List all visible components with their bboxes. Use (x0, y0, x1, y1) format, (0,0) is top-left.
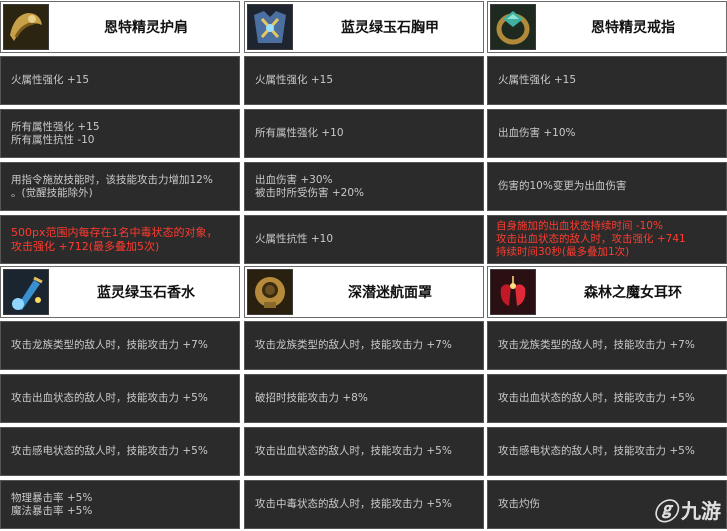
stat-line: 攻击龙族类型的敌人时，技能攻击力 +7% (11, 339, 208, 351)
item-title: 蓝灵绿玉石胸甲 (341, 20, 439, 36)
item-title: 恩特精灵戒指 (591, 20, 675, 36)
stat-line: 攻击出血状态的敌人时，技能攻击力 +5% (255, 445, 452, 457)
item-header-ring: 恩特精灵戒指 (487, 1, 727, 53)
stat-line: 火属性抗性 +10 (255, 233, 333, 245)
stat-cell: 攻击感电状态的敌人时，技能攻击力 +5% (0, 427, 240, 476)
watermark-logo-icon: ⓖ (653, 498, 677, 526)
stat-line: 500px范围内每存在1名中毒状态的对象， (11, 225, 218, 239)
item-header-shoulder: 恩特精灵护肩 (0, 1, 240, 53)
ring-icon (490, 4, 536, 50)
stat-cell-special: 500px范围内每存在1名中毒状态的对象， 攻击强化 +712(最多叠加5次) (0, 215, 240, 264)
stat-line: 攻击龙族类型的敌人时，技能攻击力 +7% (255, 339, 452, 351)
stat-cell: 所有属性强化 +15 所有属性抗性 -10 (0, 109, 240, 158)
stat-line: 持续时间30秒(最多叠加1次) (496, 246, 630, 258)
stat-cell: 破招时技能攻击力 +8% (244, 374, 484, 423)
stat-cell: 攻击中毒状态的敌人时，技能攻击力 +5% (244, 480, 484, 529)
stat-line: 攻击龙族类型的敌人时，技能攻击力 +7% (498, 339, 695, 351)
item-header-mask: 深潜迷航面罩 (244, 266, 484, 318)
stat-line: 攻击出血状态的敌人时，技能攻击力 +5% (11, 392, 208, 404)
chest-armor-icon (247, 4, 293, 50)
stat-line: 火属性强化 +15 (498, 74, 576, 86)
watermark-text: 九游 (681, 499, 721, 523)
stat-line: 所有属性抗性 -10 (11, 133, 95, 146)
watermark: ⓖ 九游 (653, 492, 721, 527)
stat-cell: 火属性强化 +15 (0, 56, 240, 105)
stat-line: 攻击出血状态的敌人时，技能攻击力 +5% (498, 392, 695, 404)
shoulder-armor-icon (3, 4, 49, 50)
earring-icon (490, 269, 536, 315)
equipment-grid: 恩特精灵护肩 火属性强化 +15 所有属性强化 +15 所有属性抗性 -10 用… (0, 0, 727, 531)
stat-cell: 出血伤害 +10% (487, 109, 727, 158)
stat-line: 火属性强化 +15 (11, 74, 89, 86)
stat-cell: 用指令施放技能时，该技能攻击力增加12% 。(觉醒技能除外) (0, 162, 240, 211)
stat-line: 攻击强化 +712(最多叠加5次) (11, 239, 160, 253)
stat-cell: 攻击龙族类型的敌人时，技能攻击力 +7% (0, 321, 240, 370)
stat-line: 攻击出血状态的敌人时，攻击强化 +741 (496, 233, 686, 245)
stat-line: 火属性强化 +15 (255, 74, 333, 86)
item-header-chest: 蓝灵绿玉石胸甲 (244, 1, 484, 53)
stat-line: 魔法暴击率 +5% (11, 504, 93, 517)
stat-line: 自身施加的出血状态持续时间 -10% (496, 220, 663, 232)
item-header-perfume: 蓝灵绿玉石香水 (0, 266, 240, 318)
stat-line: 所有属性强化 +15 (11, 120, 100, 133)
stat-cell: 伤害的10%变更为出血伤害 (487, 162, 727, 211)
stat-line: 用指令施放技能时，该技能攻击力增加12% (11, 173, 213, 186)
stat-cell: 出血伤害 +30% 被击时所受伤害 +20% (244, 162, 484, 211)
stat-cell: 火属性强化 +15 (487, 56, 727, 105)
stat-cell: 攻击出血状态的敌人时，技能攻击力 +5% (0, 374, 240, 423)
stat-line: 所有属性强化 +10 (255, 127, 344, 139)
stat-line: 被击时所受伤害 +20% (255, 186, 364, 199)
perfume-icon (3, 269, 49, 315)
stat-line: 伤害的10%变更为出血伤害 (498, 180, 627, 192)
item-title: 蓝灵绿玉石香水 (97, 285, 195, 301)
item-title: 森林之魔女耳环 (584, 285, 682, 301)
stat-cell: 火属性抗性 +10 (244, 215, 484, 264)
item-title: 深潜迷航面罩 (348, 285, 432, 301)
stat-line: 破招时技能攻击力 +8% (255, 392, 368, 404)
item-title: 恩特精灵护肩 (104, 20, 188, 36)
item-header-earring: 森林之魔女耳环 (487, 266, 727, 318)
stat-cell: 所有属性强化 +10 (244, 109, 484, 158)
stat-cell: 攻击龙族类型的敌人时，技能攻击力 +7% (487, 321, 727, 370)
stat-cell-special: 自身施加的出血状态持续时间 -10% 攻击出血状态的敌人时，攻击强化 +741 … (487, 215, 727, 264)
stat-line: 攻击感电状态的敌人时，技能攻击力 +5% (11, 445, 208, 457)
stat-cell: 攻击龙族类型的敌人时，技能攻击力 +7% (244, 321, 484, 370)
stat-cell: 物理暴击率 +5% 魔法暴击率 +5% (0, 480, 240, 529)
stat-line: 。(觉醒技能除外) (11, 186, 93, 199)
stat-line: 出血伤害 +30% (255, 173, 333, 186)
stat-cell: 攻击出血状态的敌人时，技能攻击力 +5% (244, 427, 484, 476)
stat-line: 出血伤害 +10% (498, 127, 576, 139)
stat-cell: 攻击出血状态的敌人时，技能攻击力 +5% (487, 374, 727, 423)
stat-line: 攻击感电状态的敌人时，技能攻击力 +5% (498, 445, 695, 457)
stat-line: 攻击中毒状态的敌人时，技能攻击力 +5% (255, 498, 452, 510)
stat-cell: 攻击感电状态的敌人时，技能攻击力 +5% (487, 427, 727, 476)
stat-line: 物理暴击率 +5% (11, 491, 93, 504)
stat-cell: 火属性强化 +15 (244, 56, 484, 105)
diving-mask-icon (247, 269, 293, 315)
